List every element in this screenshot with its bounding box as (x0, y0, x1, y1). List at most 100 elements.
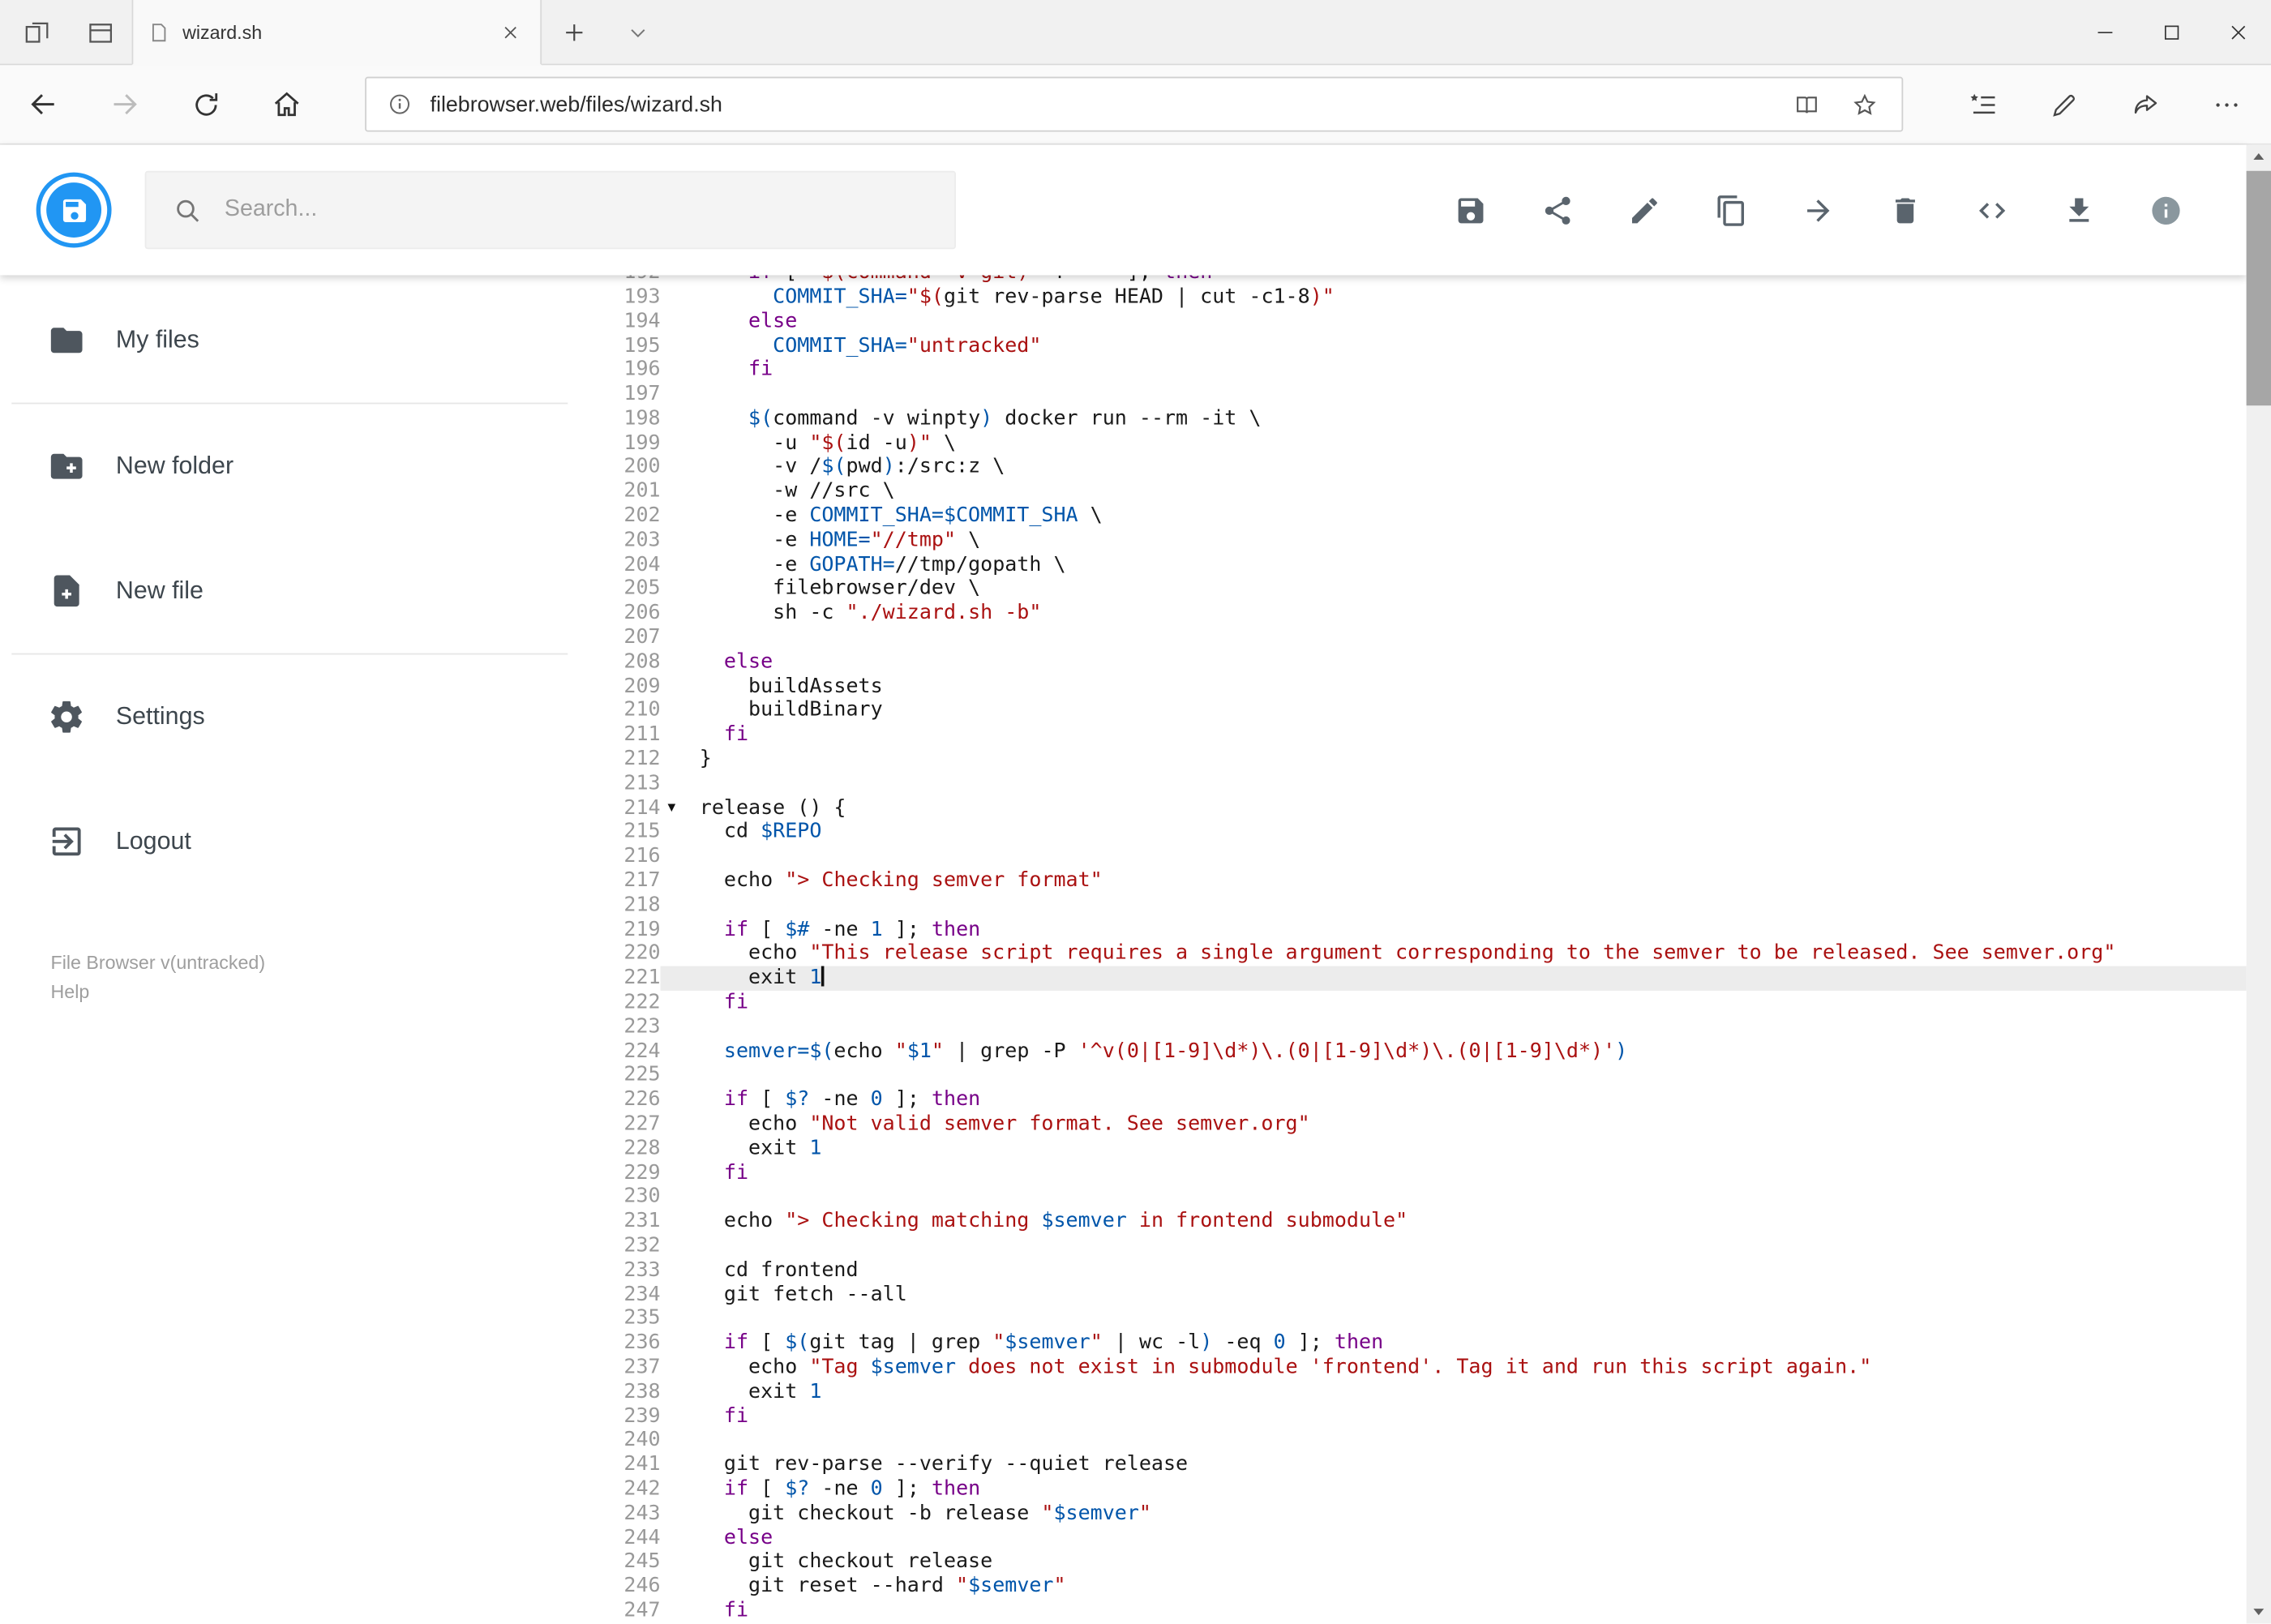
code-line[interactable]: 233 cd frontend (580, 1258, 2247, 1283)
new-tab-button[interactable] (542, 0, 606, 64)
share-icon[interactable] (1514, 166, 1600, 253)
browser-tab[interactable]: wizard.sh (131, 0, 542, 66)
code-line[interactable]: 230 (580, 1185, 2247, 1210)
code-view-icon[interactable] (1948, 166, 2035, 253)
code-line[interactable]: 238 exit 1 (580, 1380, 2247, 1404)
code-line[interactable]: 229 fi (580, 1161, 2247, 1185)
tab-preview-icon[interactable] (68, 0, 132, 64)
code-line[interactable]: 208 else (580, 650, 2247, 675)
code-line[interactable]: 220 echo "This release script requires a… (580, 942, 2247, 966)
code-line[interactable]: 232 (580, 1234, 2247, 1258)
code-line[interactable]: 241 git rev-parse --verify --quiet relea… (580, 1453, 2247, 1477)
code-line[interactable]: 192 if [ "$(command -v git)" != "" ]; th… (580, 275, 2247, 285)
code-line[interactable]: 222 fi (580, 991, 2247, 1015)
minimize-button[interactable] (2071, 0, 2137, 64)
code-line[interactable]: 218 (580, 893, 2247, 918)
hub-icon[interactable] (1942, 65, 2023, 143)
code-line[interactable]: 204 -e GOPATH=//tmp/gopath \ (580, 553, 2247, 577)
code-line[interactable]: 235 (580, 1307, 2247, 1331)
code-line[interactable]: 245 git checkout release (580, 1550, 2247, 1575)
code-line[interactable]: 212} (580, 748, 2247, 772)
share-page-icon[interactable] (2105, 65, 2186, 143)
code-line[interactable]: 215 cd $REPO (580, 821, 2247, 845)
code-line[interactable]: 210 buildBinary (580, 699, 2247, 723)
tabs-aside-icon[interactable] (4, 0, 68, 64)
code-line[interactable]: 213 (580, 772, 2247, 796)
code-line[interactable]: 221 exit 1 (580, 966, 2247, 991)
back-button[interactable] (3, 65, 84, 143)
code-line[interactable]: 214 ▼ release () { (580, 796, 2247, 821)
info-icon[interactable] (2122, 166, 2209, 253)
rename-icon[interactable] (1600, 166, 1687, 253)
code-line[interactable]: 247 fi (580, 1599, 2247, 1623)
home-button[interactable] (246, 65, 328, 143)
tab-list-chevron-icon[interactable] (606, 0, 670, 64)
code-line[interactable]: 205 filebrowser/dev \ (580, 577, 2247, 602)
code-line[interactable]: 203 -e HOME="//tmp" \ (580, 529, 2247, 553)
move-icon[interactable] (1774, 166, 1861, 253)
maximize-button[interactable] (2138, 0, 2205, 64)
code-line[interactable]: 196 fi (580, 358, 2247, 383)
close-button[interactable] (2205, 0, 2271, 64)
code-line[interactable]: 236 if [ $(git tag | grep "$semver" | wc… (580, 1331, 2247, 1356)
code-line[interactable]: 231 echo "> Checking matching $semver in… (580, 1210, 2247, 1234)
sidebar-item-my-files[interactable]: My files (0, 278, 580, 403)
code-line[interactable]: 224 semver=$(echo "$1" | grep -P '^v(0|[… (580, 1039, 2247, 1064)
sidebar-item-settings[interactable]: Settings (0, 654, 580, 779)
code-line[interactable]: 246 git reset --hard "$semver" (580, 1575, 2247, 1599)
download-icon[interactable] (2035, 166, 2122, 253)
tab-close-icon[interactable] (494, 16, 525, 48)
scrollbar-thumb[interactable] (2246, 170, 2271, 406)
code-line[interactable]: 198 $(command -v winpty) docker run --rm… (580, 407, 2247, 431)
code-line[interactable]: 202 -e COMMIT_SHA=$COMMIT_SHA \ (580, 504, 2247, 529)
address-bar[interactable]: filebrowser.web/files/wizard.sh (365, 76, 1904, 132)
site-info-icon[interactable] (375, 92, 425, 118)
code-line[interactable]: 207 (580, 626, 2247, 650)
code-line[interactable]: 206 sh -c "./wizard.sh -b" (580, 602, 2247, 626)
code-line[interactable]: 244 else (580, 1526, 2247, 1550)
code-line[interactable]: 225 (580, 1064, 2247, 1088)
code-line[interactable]: 195 COMMIT_SHA="untracked" (580, 334, 2247, 358)
fold-arrow-icon[interactable]: ▼ (661, 796, 700, 821)
code-line[interactable]: 242 if [ $? -ne 0 ]; then (580, 1477, 2247, 1502)
code-line[interactable]: 194 else (580, 310, 2247, 334)
code-line[interactable]: 216 (580, 845, 2247, 869)
code-line[interactable]: 243 git checkout -b release "$semver" (580, 1502, 2247, 1526)
scroll-down-arrow-icon[interactable] (2247, 1600, 2271, 1624)
code-line[interactable]: 209 buildAssets (580, 675, 2247, 699)
code-line[interactable]: 226 if [ $? -ne 0 ]; then (580, 1088, 2247, 1112)
sidebar-item-new-file[interactable]: New file (0, 529, 580, 653)
reading-view-icon[interactable] (1777, 78, 1835, 130)
code-line[interactable]: 227 echo "Not valid semver format. See s… (580, 1112, 2247, 1137)
forward-button[interactable] (84, 65, 165, 143)
url-text[interactable]: filebrowser.web/files/wizard.sh (424, 92, 1776, 116)
code-line[interactable]: 200 -v /$(pwd):/src:z \ (580, 456, 2247, 480)
filebrowser-logo[interactable] (36, 172, 112, 248)
code-line[interactable]: 240 (580, 1429, 2247, 1453)
scroll-up-arrow-icon[interactable] (2247, 145, 2271, 169)
code-line[interactable]: 193 COMMIT_SHA="$(git rev-parse HEAD | c… (580, 285, 2247, 310)
code-line[interactable]: 201 -w //src \ (580, 480, 2247, 504)
copy-icon[interactable] (1687, 166, 1774, 253)
more-options-icon[interactable] (2186, 65, 2267, 143)
favorite-star-icon[interactable] (1835, 78, 1892, 130)
code-line[interactable]: 239 fi (580, 1404, 2247, 1429)
code-line[interactable]: 199 -u "$(id -u)" \ (580, 431, 2247, 456)
sidebar-item-new-folder[interactable]: New folder (0, 404, 580, 529)
code-editor[interactable]: 192 if [ "$(command -v git)" != "" ]; th… (579, 275, 2247, 1624)
code-line[interactable]: 223 (580, 1015, 2247, 1039)
help-link[interactable]: Help (51, 978, 266, 1007)
code-line[interactable]: 197 (580, 383, 2247, 407)
code-line[interactable]: 211 fi (580, 723, 2247, 748)
code-line[interactable]: 217 echo "> Checking semver format" (580, 869, 2247, 893)
search-input[interactable]: Search... (144, 170, 956, 250)
web-note-pen-icon[interactable] (2024, 65, 2105, 143)
code-line[interactable]: 237 echo "Tag $semver does not exist in … (580, 1356, 2247, 1380)
code-line[interactable]: 234 git fetch --all (580, 1283, 2247, 1307)
code-line[interactable]: 228 exit 1 (580, 1137, 2247, 1161)
code-line[interactable]: 219 if [ $# -ne 1 ]; then (580, 918, 2247, 942)
refresh-button[interactable] (165, 65, 246, 143)
save-icon[interactable] (1427, 166, 1514, 253)
page-scrollbar[interactable] (2246, 144, 2271, 1624)
sidebar-item-logout[interactable]: Logout (0, 779, 580, 904)
